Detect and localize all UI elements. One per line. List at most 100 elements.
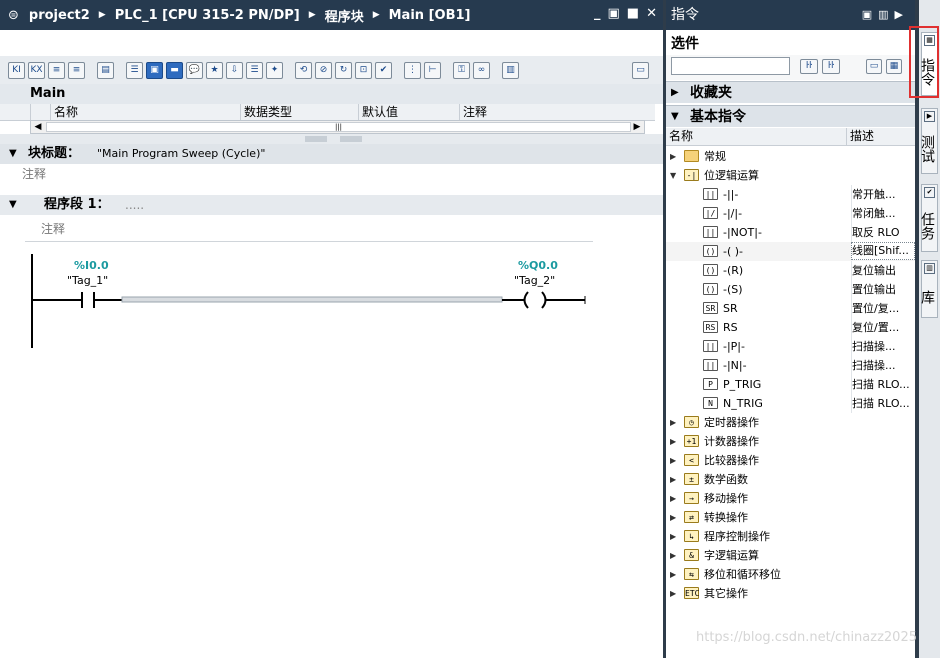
- instruction-item[interactable]: ▶ ± 数学函数: [666, 470, 915, 489]
- column-name[interactable]: 名称: [50, 104, 240, 120]
- instruction-item[interactable]: || -|NOT|- 取反 RLO: [666, 223, 915, 242]
- view-details-icon[interactable]: ▦: [886, 59, 902, 74]
- instruction-item[interactable]: ▶ +1 计数器操作: [666, 432, 915, 451]
- scroll-thumb[interactable]: |||: [46, 122, 631, 132]
- network-overview-icon[interactable]: ⋮: [404, 61, 421, 79]
- instruction-search-input[interactable]: [671, 57, 790, 75]
- horizontal-scrollbar[interactable]: ◀ ||| ▶: [30, 120, 645, 134]
- collapse-icon[interactable]: ▼: [9, 195, 17, 215]
- expand-icon[interactable]: ▶: [670, 451, 676, 470]
- breadcrumb-project[interactable]: project2: [29, 8, 90, 23]
- instruction-item[interactable]: ▶ ⇆ 移位和循环移位: [666, 565, 915, 584]
- collapse-icon[interactable]: ▼: [9, 144, 17, 164]
- bookmark-icon[interactable]: ✦: [266, 61, 283, 79]
- tab-tasks[interactable]: ✔ 任务: [919, 184, 938, 252]
- instruction-item[interactable]: ▶ 常规: [666, 147, 915, 166]
- column-comment[interactable]: 注释: [459, 104, 655, 120]
- find-prev-icon[interactable]: ŀŀ: [822, 59, 840, 74]
- interface-header[interactable]: Main: [0, 84, 663, 104]
- scroll-right-icon[interactable]: ▶: [630, 121, 644, 133]
- instruction-item[interactable]: () -(R) 复位输出: [666, 261, 915, 280]
- find-next-icon[interactable]: ŀŀ: [800, 59, 818, 74]
- instruction-item[interactable]: |/ -|/|- 常闭触...: [666, 204, 915, 223]
- contact-tag[interactable]: "Tag_1": [67, 274, 108, 287]
- view-icon[interactable]: ▬: [166, 61, 183, 79]
- collapse-icon[interactable]: ▼: [671, 106, 679, 128]
- panel-toggle-icon[interactable]: ▭: [632, 61, 649, 79]
- instruction-item[interactable]: || -|N|- 扫描操...: [666, 356, 915, 375]
- favorites-section[interactable]: ▶ 收藏夹: [666, 81, 915, 103]
- monitor-icon[interactable]: ⊘: [315, 61, 332, 79]
- interface-splitter[interactable]: [0, 134, 663, 144]
- minimize-icon[interactable]: _: [594, 6, 601, 21]
- delete-network-icon[interactable]: KX: [28, 61, 45, 79]
- panel-window-controls[interactable]: ▣▥▶: [862, 0, 909, 30]
- tab-testing[interactable]: ▶ 测试: [919, 108, 938, 174]
- collapse-icon[interactable]: ▼: [670, 166, 676, 185]
- instruction-item[interactable]: P P_TRIG 扫描 RLO...: [666, 375, 915, 394]
- instruction-item[interactable]: ▼ -| 位逻辑运算: [666, 166, 915, 185]
- instruction-item[interactable]: ▶ → 移动操作: [666, 489, 915, 508]
- coil-tag[interactable]: "Tag_2": [514, 274, 555, 287]
- splitter-down-handle[interactable]: [340, 136, 362, 142]
- add-row-icon[interactable]: ≡: [68, 61, 85, 79]
- tab-libraries[interactable]: ▥ 库: [919, 260, 938, 318]
- instruction-item[interactable]: ▶ ◷ 定时器操作: [666, 413, 915, 432]
- expand-icon[interactable]: ▶: [670, 147, 676, 166]
- network-title[interactable]: .....: [125, 195, 144, 215]
- coil-address[interactable]: %Q0.0: [518, 259, 558, 272]
- instruction-item[interactable]: () -(S) 置位输出: [666, 280, 915, 299]
- instruction-item[interactable]: () -( )- 线圈[Shif...: [666, 242, 915, 261]
- download-icon[interactable]: ⇩: [226, 61, 243, 79]
- splitter-up-handle[interactable]: [305, 136, 327, 142]
- restore-icon[interactable]: ▣: [608, 6, 620, 21]
- instruction-item[interactable]: RS RS 复位/置...: [666, 318, 915, 337]
- expand-icon[interactable]: ▶: [670, 470, 676, 489]
- column-datatype[interactable]: 数据类型: [240, 104, 358, 120]
- expand-icon[interactable]: ▶: [670, 527, 676, 546]
- instruction-item[interactable]: ▶ ⇄ 转换操作: [666, 508, 915, 527]
- open-all-networks-icon[interactable]: ☰: [126, 61, 143, 79]
- expand-icon[interactable]: ▶: [670, 565, 676, 584]
- breadcrumb-plc[interactable]: PLC_1 [CPU 315-2 PN/DP]: [115, 8, 300, 23]
- key-icon[interactable]: ⚿: [453, 61, 470, 79]
- maximize-icon[interactable]: ■: [627, 6, 639, 21]
- view-list-icon[interactable]: ▭: [866, 59, 882, 74]
- instruction-item[interactable]: ▶ ↳ 程序控制操作: [666, 527, 915, 546]
- basic-instructions-section[interactable]: ▼ 基本指令: [666, 105, 915, 127]
- insert-row-icon[interactable]: ≡: [48, 61, 65, 79]
- breadcrumb-main-ob1[interactable]: Main [OB1]: [389, 8, 471, 23]
- call-hierarchy-icon[interactable]: ↻: [335, 61, 352, 79]
- column-default[interactable]: 默认值: [358, 104, 459, 120]
- instruction-item[interactable]: N N_TRIG 扫描 RLO...: [666, 394, 915, 413]
- glasses-icon[interactable]: ∞: [473, 61, 490, 79]
- instruction-item[interactable]: SR SR 置位/复...: [666, 299, 915, 318]
- block-comment[interactable]: 注释: [22, 165, 46, 182]
- check-icon[interactable]: ✔: [375, 61, 392, 79]
- close-all-networks-icon[interactable]: ▣: [146, 61, 163, 79]
- scroll-left-icon[interactable]: ◀: [31, 121, 45, 133]
- network-comment[interactable]: 注释: [25, 219, 593, 242]
- branch-icon[interactable]: ⊢: [424, 61, 441, 79]
- absolute-address-icon[interactable]: ▤: [97, 61, 114, 79]
- expand-icon[interactable]: ▶: [670, 413, 676, 432]
- close-icon[interactable]: ✕: [646, 6, 657, 21]
- expand-icon[interactable]: ▶: [670, 584, 676, 603]
- instruction-item[interactable]: || -|P|- 扫描操...: [666, 337, 915, 356]
- insert-network-icon[interactable]: KI: [8, 61, 25, 79]
- favorites-toggle-icon[interactable]: ★: [206, 61, 223, 79]
- block-title-value[interactable]: "Main Program Sweep (Cycle)": [97, 144, 265, 164]
- tag-info-icon[interactable]: ☰: [246, 61, 263, 79]
- breadcrumb-program-blocks[interactable]: 程序块: [325, 6, 364, 25]
- contact-address[interactable]: %I0.0: [74, 259, 109, 272]
- instruction-item[interactable]: ▶ < 比较器操作: [666, 451, 915, 470]
- block-info-icon[interactable]: ⊡: [355, 61, 372, 79]
- column-name[interactable]: 名称: [669, 128, 693, 145]
- expand-icon[interactable]: ▶: [671, 82, 679, 104]
- instruction-item[interactable]: ▶ ETC 其它操作: [666, 584, 915, 603]
- column-description[interactable]: 描述: [846, 128, 874, 145]
- instruction-item[interactable]: ▶ & 字逻辑运算: [666, 546, 915, 565]
- go-online-icon[interactable]: ⟲: [295, 61, 312, 79]
- expand-icon[interactable]: ▶: [670, 489, 676, 508]
- split-view-icon[interactable]: ▥: [502, 61, 519, 79]
